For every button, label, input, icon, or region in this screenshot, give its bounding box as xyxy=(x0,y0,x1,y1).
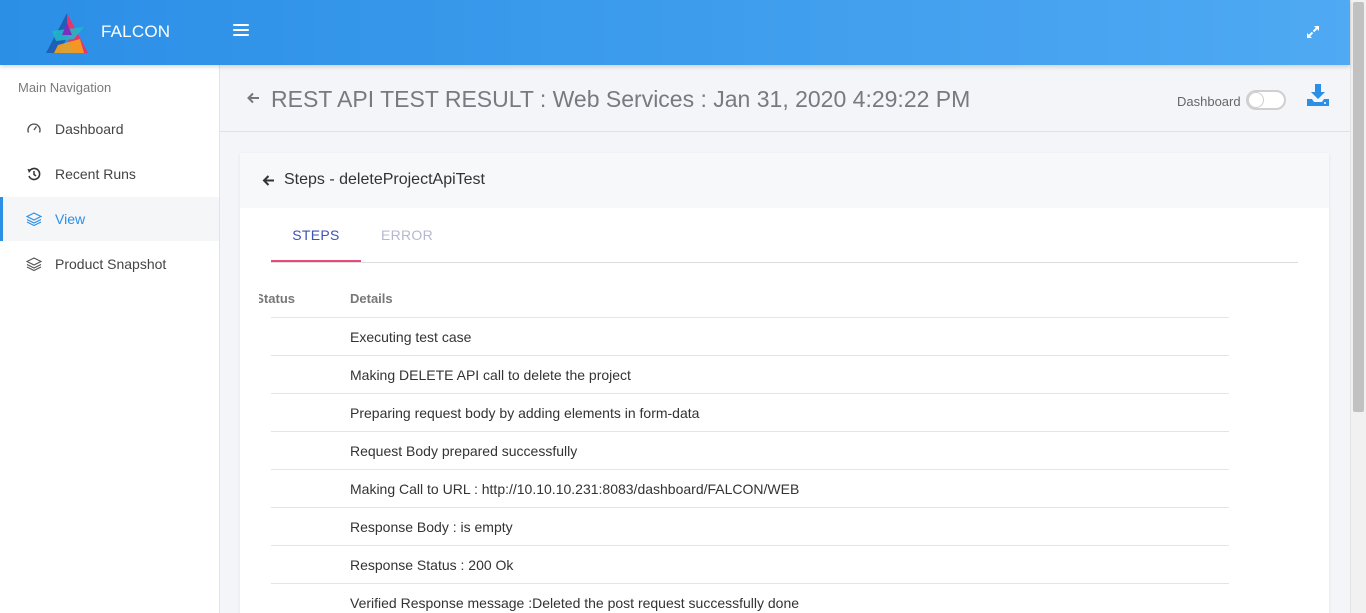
table-row: Request Body prepared successfully xyxy=(271,431,1229,469)
table-row: Making DELETE API call to delete the pro… xyxy=(271,355,1229,393)
back-arrow-icon[interactable] xyxy=(262,174,275,187)
scrollbar-thumb[interactable] xyxy=(1353,2,1364,412)
sidebar-item-view[interactable]: View xyxy=(0,197,219,241)
hamburger-icon[interactable] xyxy=(233,24,249,40)
column-header-status: Status xyxy=(259,291,295,306)
dashboard-toggle[interactable] xyxy=(1246,90,1286,110)
toggle-knob xyxy=(1248,92,1264,108)
step-detail: Making Call to URL : http://10.10.10.231… xyxy=(350,481,800,497)
sidebar-item-label: View xyxy=(55,211,86,227)
dashboard-toggle-label: Dashboard xyxy=(1177,94,1241,109)
tab-steps[interactable]: STEPS xyxy=(271,209,361,262)
layers-icon xyxy=(25,211,43,227)
main-content: REST API TEST RESULT : Web Services : Ja… xyxy=(220,65,1350,613)
sidebar-item-label: Product Snapshot xyxy=(55,256,167,272)
history-icon xyxy=(26,166,42,182)
table-row: Verified Response message :Deleted the p… xyxy=(271,583,1229,613)
expand-icon[interactable] xyxy=(1305,24,1321,40)
table-row: Executing test case xyxy=(271,317,1229,355)
card-header: Steps - deleteProjectApiTest xyxy=(240,153,1329,208)
sidebar-item-label: Recent Runs xyxy=(55,166,136,182)
gauge-icon xyxy=(26,121,42,137)
tab-error[interactable]: ERROR xyxy=(371,209,443,262)
step-detail: Preparing request body by adding element… xyxy=(350,405,700,421)
app-name: FALCON xyxy=(101,22,171,41)
sidebar-title: Main Navigation xyxy=(18,80,112,95)
back-arrow-icon[interactable] xyxy=(246,91,260,105)
table-row: Preparing request body by adding element… xyxy=(271,393,1229,431)
sidebar-item-product-snapshot[interactable]: Product Snapshot xyxy=(0,242,219,286)
sidebar-item-label: Dashboard xyxy=(55,121,124,137)
step-detail: Response Status : 200 Ok xyxy=(350,557,514,573)
step-detail: Verified Response message :Deleted the p… xyxy=(350,595,800,611)
layers-icon xyxy=(25,256,43,272)
step-detail: Executing test case xyxy=(350,329,472,345)
card-title: Steps - deleteProjectApiTest xyxy=(284,171,485,188)
tab-bar: STEPS ERROR xyxy=(271,209,1298,263)
falcon-logo-icon xyxy=(46,13,88,53)
step-detail: Making DELETE API call to delete the pro… xyxy=(350,367,631,383)
sidebar-item-recent-runs[interactable]: Recent Runs xyxy=(0,152,219,196)
table-row: Making Call to URL : http://10.10.10.231… xyxy=(271,469,1229,507)
page-header: REST API TEST RESULT : Web Services : Ja… xyxy=(220,65,1350,132)
steps-card: Steps - deleteProjectApiTest STEPS ERROR… xyxy=(240,153,1329,613)
download-icon[interactable] xyxy=(1306,83,1330,107)
page-title: REST API TEST RESULT : Web Services : Ja… xyxy=(271,86,971,112)
falcon-logo[interactable] xyxy=(44,11,90,55)
table-row: Response Body : is empty xyxy=(271,507,1229,545)
page-scrollbar[interactable] xyxy=(1350,0,1366,613)
step-detail: Response Body : is empty xyxy=(350,519,513,535)
sidebar-item-dashboard[interactable]: Dashboard xyxy=(0,107,219,151)
table-row: Response Status : 200 Ok xyxy=(271,545,1229,583)
top-bar: FALCON xyxy=(0,0,1350,65)
column-header-details: Details xyxy=(350,291,393,306)
sidebar: Main Navigation Dashboard Recent Runs Vi… xyxy=(0,65,220,613)
step-detail: Request Body prepared successfully xyxy=(350,443,578,459)
